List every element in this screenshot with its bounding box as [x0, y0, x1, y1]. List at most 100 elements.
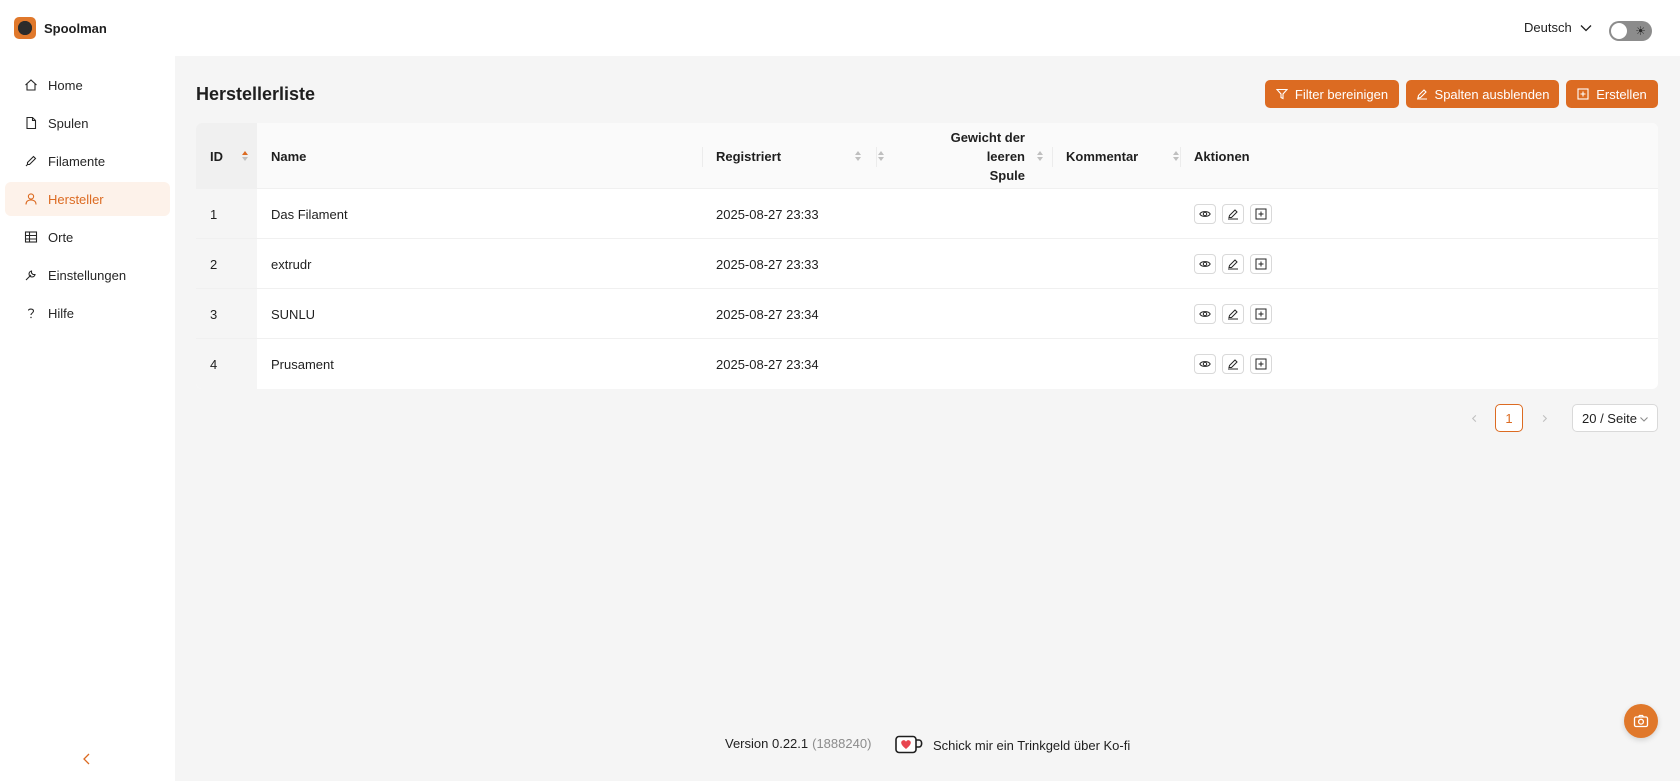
column-header-id[interactable]: ID — [210, 123, 257, 189]
chevron-left-icon[interactable] — [80, 752, 94, 766]
column-divider — [1052, 147, 1053, 167]
table-row[interactable]: 1 Das Filament 2025-08-27 23:33 — [196, 189, 1658, 239]
pagination-page-1[interactable]: 1 — [1495, 404, 1523, 432]
pagination-prev-button[interactable] — [1467, 408, 1481, 428]
cell-registered: 2025-08-27 23:34 — [716, 306, 819, 322]
top-bar: Spoolman Deutsch ☀ — [0, 0, 1680, 56]
cell-name: SUNLU — [271, 306, 316, 322]
column-divider — [876, 147, 877, 167]
edit-button[interactable] — [1222, 204, 1244, 224]
table-icon — [24, 231, 38, 243]
view-button[interactable] — [1194, 254, 1216, 274]
plus-square-icon — [1577, 88, 1589, 100]
view-button[interactable] — [1194, 204, 1216, 224]
version-info: Version 0.22.1 (1888240) — [725, 736, 871, 751]
sidebar-item-spulen[interactable]: Spulen — [5, 106, 170, 140]
eye-icon — [1199, 261, 1211, 267]
sidebar-item-orte[interactable]: Orte — [5, 220, 170, 254]
kofi-cup-icon — [895, 735, 923, 754]
sun-icon: ☀ — [1635, 24, 1646, 38]
toggle-knob — [1611, 23, 1627, 39]
cell-id: 3 — [210, 306, 218, 322]
sidebar-item-label: Orte — [48, 229, 74, 245]
column-header-registered-label: Registriert — [716, 148, 782, 164]
cell-id: 4 — [210, 356, 218, 372]
cell-registered: 2025-08-27 23:33 — [716, 206, 819, 222]
cell-registered: 2025-08-27 23:34 — [716, 356, 819, 372]
commit-hash: (1888240) — [812, 736, 872, 751]
column-header-comment[interactable]: Kommentar — [1066, 123, 1194, 189]
eye-icon — [1199, 211, 1211, 217]
sidebar-item-home[interactable]: Home — [5, 68, 170, 102]
chevron-down-icon — [1640, 417, 1648, 422]
view-button[interactable] — [1194, 354, 1216, 374]
column-header-weight[interactable]: Gewicht der leeren Spule — [916, 123, 1052, 189]
edit-icon — [1228, 209, 1238, 220]
cell-id: 1 — [210, 206, 218, 222]
screenshot-button[interactable] — [1624, 704, 1658, 738]
kofi-link[interactable]: Schick mir ein Trinkgeld über Ko-fi — [895, 735, 1130, 755]
cell-name: Das Filament — [271, 206, 348, 222]
column-header-weight-label-line2: Spule — [989, 167, 1025, 183]
sidebar-item-label: Home — [48, 77, 83, 93]
table-row[interactable]: 3 SUNLU 2025-08-27 23:34 — [196, 289, 1658, 339]
chevron-down-icon — [1580, 24, 1592, 31]
user-icon — [25, 193, 37, 205]
sort-icon — [855, 151, 861, 161]
sidebar-item-einstellungen[interactable]: Einstellungen — [5, 258, 170, 292]
camera-icon — [1633, 714, 1649, 728]
cell-id: 2 — [210, 256, 218, 272]
sidebar-item-label: Spulen — [48, 115, 89, 131]
clear-filters-label: Filter bereinigen — [1294, 86, 1389, 102]
language-select[interactable]: Deutsch — [1524, 20, 1592, 35]
table-row[interactable]: 2 extrudr 2025-08-27 23:33 — [196, 239, 1658, 289]
chevron-left-icon — [1471, 414, 1476, 422]
hide-columns-label: Spalten ausblenden — [1434, 86, 1550, 102]
eye-icon — [1199, 311, 1211, 317]
kofi-label: Schick mir ein Trinkgeld über Ko-fi — [933, 737, 1131, 753]
sidebar-item-label: Hersteller — [48, 191, 104, 207]
theme-toggle[interactable]: ☀ — [1609, 21, 1652, 41]
hide-columns-button[interactable]: Spalten ausblenden — [1406, 80, 1559, 108]
plus-square-icon — [1255, 208, 1267, 220]
sort-icon — [1173, 151, 1179, 161]
edit-button[interactable] — [1222, 254, 1244, 274]
sort-icon — [878, 151, 884, 161]
edit-icon — [1228, 309, 1238, 320]
sidebar-item-label: Hilfe — [48, 305, 75, 321]
plus-square-icon — [1255, 308, 1267, 320]
file-icon — [26, 116, 37, 130]
edit-icon — [1228, 259, 1238, 270]
highlighter-icon — [25, 155, 37, 167]
clone-button[interactable] — [1250, 254, 1272, 274]
clone-button[interactable] — [1250, 304, 1272, 324]
home-icon — [25, 79, 37, 91]
column-header-registered[interactable]: Registriert — [716, 123, 876, 189]
column-divider — [702, 147, 703, 167]
sidebar-item-hilfe[interactable]: Hilfe — [5, 296, 170, 330]
manufacturer-table: ID Name Registriert Gewicht der leeren S… — [196, 123, 1658, 389]
eye-icon — [1199, 361, 1211, 367]
edit-button[interactable] — [1222, 304, 1244, 324]
edit-button[interactable] — [1222, 354, 1244, 374]
edit-icon — [1416, 89, 1427, 100]
sort-icon — [1037, 151, 1043, 161]
sidebar-item-hersteller[interactable]: Hersteller — [5, 182, 170, 216]
clone-button[interactable] — [1250, 354, 1272, 374]
sidebar-item-filamente[interactable]: Filamente — [5, 144, 170, 178]
clear-filters-button[interactable]: Filter bereinigen — [1265, 80, 1399, 108]
pagination-next-button[interactable] — [1537, 408, 1551, 428]
clone-button[interactable] — [1250, 204, 1272, 224]
column-header-name-label: Name — [271, 148, 307, 164]
filter-icon — [1275, 88, 1288, 100]
view-button[interactable] — [1194, 304, 1216, 324]
column-header-actions: Aktionen — [1194, 123, 1394, 189]
brand[interactable]: Spoolman — [14, 17, 107, 39]
table-row[interactable]: 4 Prusament 2025-08-27 23:34 — [196, 339, 1658, 389]
cell-name: extrudr — [271, 256, 312, 272]
create-button[interactable]: Erstellen — [1566, 80, 1658, 108]
page-title: Herstellerliste — [196, 84, 316, 104]
page-size-select[interactable]: 20 / Seite — [1572, 404, 1658, 432]
plus-square-icon — [1255, 258, 1267, 270]
plus-square-icon — [1255, 358, 1267, 370]
